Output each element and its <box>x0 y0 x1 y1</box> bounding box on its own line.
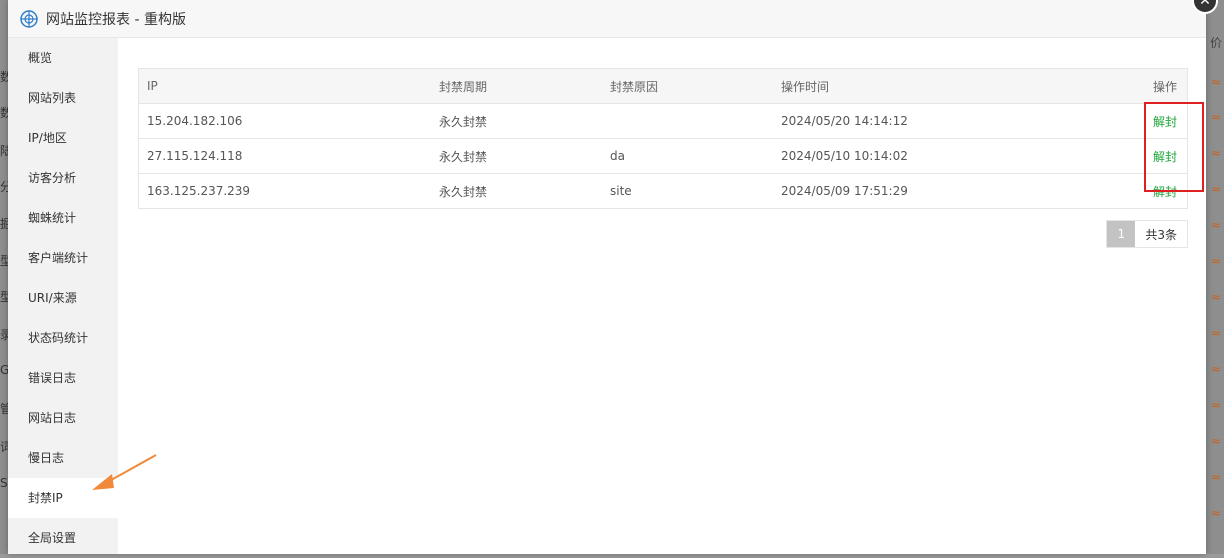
bg-row-glyph: ≈ <box>1210 362 1221 376</box>
operation-time-cell: 2024/05/20 14:14:12 <box>773 103 1093 139</box>
arrow-annotation-icon <box>92 454 157 490</box>
operation-time-cell: 2024/05/10 10:14:02 <box>773 138 1093 174</box>
column-header-ban-period: 封禁周期 <box>431 68 602 104</box>
ip-cell: 27.115.124.118 <box>138 138 431 174</box>
bg-row-glyph: ≈ <box>1210 326 1221 340</box>
sidebar-item-site-list[interactable]: 网站列表 <box>8 78 118 118</box>
table-row: 163.125.237.239 永久封禁 site 2024/05/09 17:… <box>138 173 1188 209</box>
sidebar-item-ip-region[interactable]: IP/地区 <box>8 118 118 158</box>
monitor-report-dialog: 网站监控报表 - 重构版 ✕ 概览 网站列表 IP/地区 访客分析 蜘蛛统计 客… <box>8 0 1218 554</box>
bg-header-glyph: 价 <box>1209 36 1222 50</box>
ban-period-cell: 永久封禁 <box>431 173 602 209</box>
background-page-left-edge: 数 数 陆 分 掘 型 型 录 G 管 词 S <box>0 0 8 554</box>
operation-time-cell: 2024/05/09 17:51:29 <box>773 173 1093 209</box>
dialog-titlebar: 网站监控报表 - 重构版 <box>8 0 1206 38</box>
bg-glyph: 数 <box>0 70 8 84</box>
bg-row-glyph: ≈ <box>1210 146 1221 160</box>
bg-row-glyph: ≈ <box>1210 218 1221 232</box>
banned-ip-panel: IP 封禁周期 封禁原因 操作时间 操作 15.204.182.106 永久封禁… <box>138 68 1188 248</box>
sidebar-item-visitor-analysis[interactable]: 访客分析 <box>8 158 118 198</box>
bg-glyph: 型 <box>0 254 8 268</box>
column-header-ip: IP <box>138 68 431 104</box>
column-header-action: 操作 <box>1092 68 1188 104</box>
page-number-current[interactable]: 1 <box>1107 221 1136 247</box>
column-header-operation-time: 操作时间 <box>773 68 1093 104</box>
table-header-row: IP 封禁周期 封禁原因 操作时间 操作 <box>138 68 1188 104</box>
bg-row-glyph: ≈ <box>1210 182 1221 196</box>
pagination-total: 共3条 <box>1145 227 1177 242</box>
pagination: 1 共3条 <box>1106 220 1188 248</box>
bg-row-glyph: ≈ <box>1210 110 1221 124</box>
sidebar-item-overview[interactable]: 概览 <box>8 38 118 78</box>
table-row: 15.204.182.106 永久封禁 2024/05/20 14:14:12 … <box>138 103 1188 139</box>
bg-glyph: S <box>0 476 8 490</box>
column-header-ban-reason: 封禁原因 <box>602 68 773 104</box>
dialog-title: 网站监控报表 - 重构版 <box>46 11 186 28</box>
ip-cell: 163.125.237.239 <box>138 173 431 209</box>
bg-glyph: 管 <box>0 402 8 416</box>
sidebar-item-site-log[interactable]: 网站日志 <box>8 398 118 438</box>
bg-row-glyph: ≈ <box>1210 290 1221 304</box>
bg-glyph: 陆 <box>0 144 8 158</box>
bg-row-glyph: ≈ <box>1210 434 1221 448</box>
bg-glyph: 词 <box>0 440 8 454</box>
bg-glyph: 掘 <box>0 217 8 231</box>
bg-row-glyph: ≈ <box>1210 254 1221 268</box>
bg-row-glyph: ≈ <box>1210 398 1221 412</box>
sidebar-item-status-code-stats[interactable]: 状态码统计 <box>8 318 118 358</box>
sidebar-item-error-log[interactable]: 错误日志 <box>8 358 118 398</box>
highlight-annotation-box <box>1144 102 1204 192</box>
banned-ip-table: IP 封禁周期 封禁原因 操作时间 操作 15.204.182.106 永久封禁… <box>138 68 1188 209</box>
sidebar-item-client-stats[interactable]: 客户端统计 <box>8 238 118 278</box>
bg-glyph: G <box>0 363 8 377</box>
ban-reason-cell <box>602 103 773 139</box>
bg-glyph: 数 <box>0 106 8 120</box>
bg-glyph: 录 <box>0 328 8 342</box>
background-page-right-edge: 价 ≈ ≈ ≈ ≈ ≈ ≈ ≈ ≈ ≈ ≈ ≈ ≈ ≈ <box>1206 0 1224 554</box>
sidebar-item-spider-stats[interactable]: 蜘蛛统计 <box>8 198 118 238</box>
table-row: 27.115.124.118 永久封禁 da 2024/05/10 10:14:… <box>138 138 1188 174</box>
ban-period-cell: 永久封禁 <box>431 138 602 174</box>
ban-reason-cell: site <box>602 173 773 209</box>
ip-cell: 15.204.182.106 <box>138 103 431 139</box>
sidebar-item-uri-source[interactable]: URI/来源 <box>8 278 118 318</box>
bg-glyph: 分 <box>0 180 8 194</box>
ban-reason-cell: da <box>602 138 773 174</box>
globe-logo-icon <box>20 9 38 28</box>
ban-period-cell: 永久封禁 <box>431 103 602 139</box>
bg-row-glyph: ≈ <box>1210 470 1221 484</box>
bg-row-glyph: ≈ <box>1210 506 1221 520</box>
bg-glyph: 型 <box>0 290 8 304</box>
sidebar-item-global-settings[interactable]: 全局设置 <box>8 518 118 558</box>
bg-row-glyph: ≈ <box>1210 75 1221 89</box>
